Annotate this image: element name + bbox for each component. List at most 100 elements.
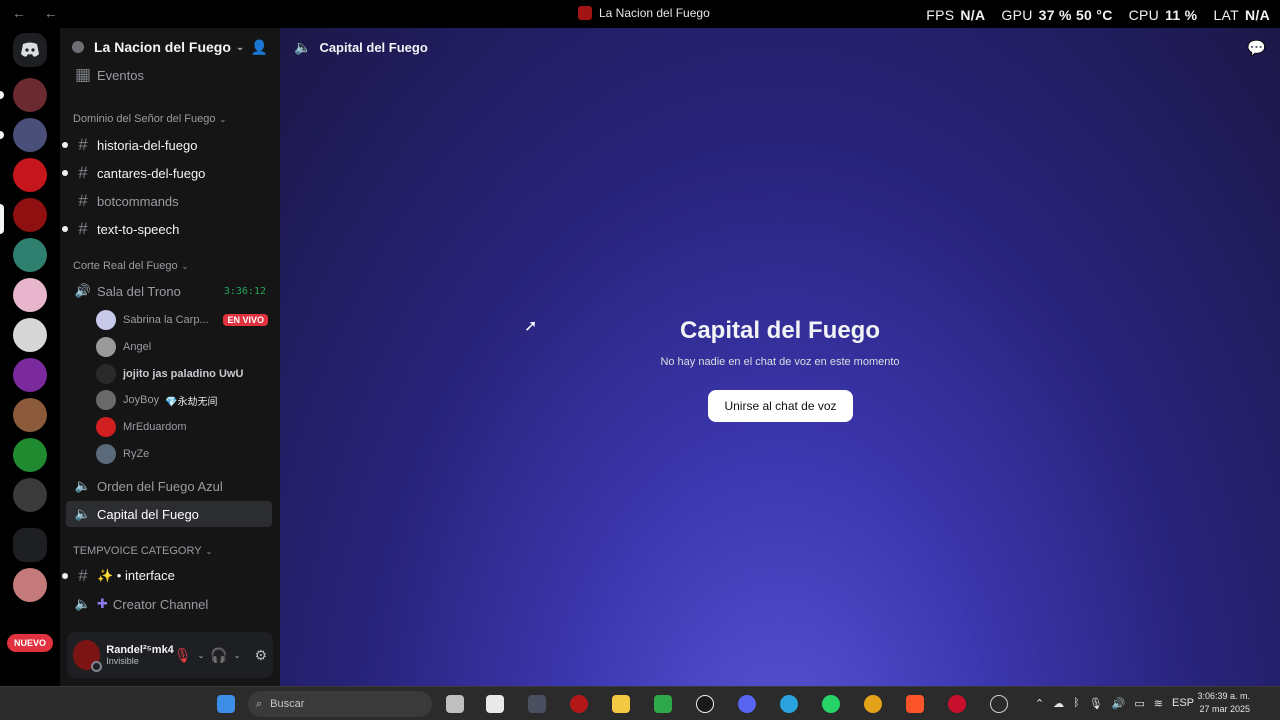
latency-readout: LAT N/A xyxy=(1213,7,1270,23)
channel-botcommands[interactable]: # botcommands xyxy=(66,188,272,214)
chrome-icon[interactable] xyxy=(864,695,882,713)
user-name: JoyBoy xyxy=(123,394,160,406)
user-info[interactable]: Randel²⁵mk4 Invisible xyxy=(106,644,174,666)
chat-bubble-icon[interactable]: 💬 xyxy=(1247,39,1266,57)
server-icon[interactable] xyxy=(13,438,47,472)
app-icon[interactable] xyxy=(570,695,588,713)
category-tempvoice[interactable]: TEMPVOICE CATEGORY ⌄ xyxy=(73,545,212,557)
taskbar-search[interactable]: ⌕ Buscar xyxy=(248,691,432,717)
server-icon[interactable] xyxy=(13,158,47,192)
app-icon[interactable] xyxy=(948,695,966,713)
keyboard-language[interactable]: ESP xyxy=(1172,697,1194,710)
store-icon[interactable] xyxy=(486,695,504,713)
avatar xyxy=(96,364,116,384)
channel-label: historia-del-fuego xyxy=(97,137,198,153)
voice-user[interactable]: Angel xyxy=(96,335,272,359)
server-header[interactable]: La Nacion del Fuego ⌄ 👤 xyxy=(60,28,280,66)
steam-icon[interactable] xyxy=(990,695,1008,713)
battery-icon[interactable]: ▭ xyxy=(1134,697,1144,710)
channel-events[interactable]: ▦ Eventos xyxy=(66,62,272,88)
user-controls: 🎙 ⌄ 🎧 ⌄ ⚙ xyxy=(174,647,267,664)
chevron-up-icon[interactable]: ⌃ xyxy=(1035,697,1044,710)
chevron-down-icon[interactable]: ⌄ xyxy=(198,651,205,660)
user-tag: 💎永劫无间 xyxy=(165,396,218,408)
volume-icon[interactable]: 🔊 xyxy=(1112,697,1126,710)
channel-cantares[interactable]: # cantares-del-fuego xyxy=(62,160,272,186)
media-player-icon[interactable] xyxy=(696,695,714,713)
clock-date: 27 mar 2025 xyxy=(1199,704,1250,714)
brave-icon[interactable] xyxy=(906,695,924,713)
server-icon[interactable] xyxy=(13,358,47,392)
avatar xyxy=(96,417,116,437)
server-icon[interactable] xyxy=(13,568,47,602)
cpu-readout: CPU 11 % xyxy=(1128,7,1198,23)
channel-historia[interactable]: # historia-del-fuego xyxy=(62,132,272,158)
system-clock[interactable]: 3:06:39 a. m. 27 mar 2025 xyxy=(1197,690,1250,716)
category-label: Dominio del Señor del Fuego xyxy=(73,113,216,125)
category-dominio[interactable]: Dominio del Señor del Fuego ⌄ xyxy=(73,113,226,125)
voice-user[interactable]: JoyBoy 💎永劫无间 xyxy=(96,388,272,412)
server-icon[interactable] xyxy=(13,318,47,352)
folder-icon[interactable] xyxy=(612,695,630,713)
whatsapp-icon[interactable] xyxy=(822,695,840,713)
avatar[interactable] xyxy=(73,640,103,672)
microphone-icon[interactable]: 🎙 xyxy=(1089,697,1103,710)
server-name: La Nacion del Fuego xyxy=(94,39,231,55)
voice-timer: 3:36:12 xyxy=(223,285,266,297)
discord-home-icon[interactable] xyxy=(13,33,47,67)
chevron-down-icon: ⌄ xyxy=(205,546,213,556)
server-folder-icon[interactable] xyxy=(13,478,47,512)
calendar-icon: ▦ xyxy=(74,65,92,84)
voice-user[interactable]: jojito jas paladino UwU xyxy=(96,362,272,386)
chevron-down-icon[interactable]: ⌄ xyxy=(234,651,241,660)
cloud-icon[interactable]: ☁ xyxy=(1053,697,1064,710)
back-arrow-icon[interactable]: ← xyxy=(12,5,26,21)
server-icon[interactable] xyxy=(13,278,47,312)
server-icon[interactable] xyxy=(13,238,47,272)
server-icon[interactable] xyxy=(13,118,47,152)
speaker-icon: 🔈 xyxy=(294,38,312,55)
voice-user[interactable]: Sabrina la Carp... EN VIVO xyxy=(96,308,272,332)
server-rail: NUEVO xyxy=(0,28,60,686)
start-icon[interactable] xyxy=(217,695,235,713)
voice-channel-capital[interactable]: 🔈 Capital del Fuego xyxy=(66,501,272,527)
server-icon[interactable] xyxy=(13,198,47,232)
gear-icon[interactable]: ⚙ xyxy=(254,647,267,664)
channel-label: Orden del Fuego Azul xyxy=(97,478,223,494)
speaker-icon: 🔈 xyxy=(74,506,92,521)
microphone-muted-icon[interactable]: 🎙 xyxy=(174,647,192,664)
voice-user[interactable]: RyZe xyxy=(96,442,272,466)
speaker-icon: 🔈 xyxy=(74,596,92,611)
window-title: La Nacion del Fuego xyxy=(578,6,710,20)
channel-label: Eventos xyxy=(97,67,144,83)
join-voice-button[interactable]: Unirse al chat de voz xyxy=(708,390,853,422)
category-corte-real[interactable]: Corte Real del Fuego ⌄ xyxy=(73,260,188,272)
header-title: Capital del Fuego xyxy=(319,39,428,55)
channel-text-to-speech[interactable]: # text-to-speech xyxy=(62,216,272,242)
wifi-icon[interactable]: ≋ xyxy=(1154,697,1163,710)
app-icon[interactable] xyxy=(528,695,546,713)
forward-arrow-icon[interactable]: ← xyxy=(44,5,58,21)
bluetooth-icon[interactable]: ᛒ xyxy=(1073,697,1080,710)
discord-icon[interactable] xyxy=(738,695,756,713)
app-icon[interactable] xyxy=(654,695,672,713)
avatar xyxy=(96,337,116,357)
server-icon[interactable] xyxy=(13,398,47,432)
channel-header: 🔈 Capital del Fuego 💬 xyxy=(280,28,1280,66)
file-icon[interactable] xyxy=(446,695,464,713)
channel-interface[interactable]: # ✨ • interface xyxy=(62,563,272,589)
folder-icon[interactable] xyxy=(13,528,47,562)
voice-channel-creator[interactable]: 🔈 ✚ Creator Channel xyxy=(66,591,272,617)
voice-channel-orden[interactable]: 🔈 Orden del Fuego Azul xyxy=(66,473,272,499)
speaker-icon: 🔊 xyxy=(74,283,92,298)
telegram-icon[interactable] xyxy=(780,695,798,713)
server-icon[interactable] xyxy=(13,78,47,112)
channel-label: Creator Channel xyxy=(112,596,209,612)
invite-user-icon[interactable]: 👤 xyxy=(251,39,268,56)
unread-indicator xyxy=(62,170,68,176)
headphones-icon[interactable]: 🎧 xyxy=(210,647,227,664)
plus-icon: ✚ xyxy=(97,596,108,611)
window-title-text: La Nacion del Fuego xyxy=(599,6,710,20)
voice-user[interactable]: MrEduardom xyxy=(96,415,272,439)
voice-channel-sala-del-trono[interactable]: 🔊 Sala del Trono 3:36:12 xyxy=(66,278,272,304)
